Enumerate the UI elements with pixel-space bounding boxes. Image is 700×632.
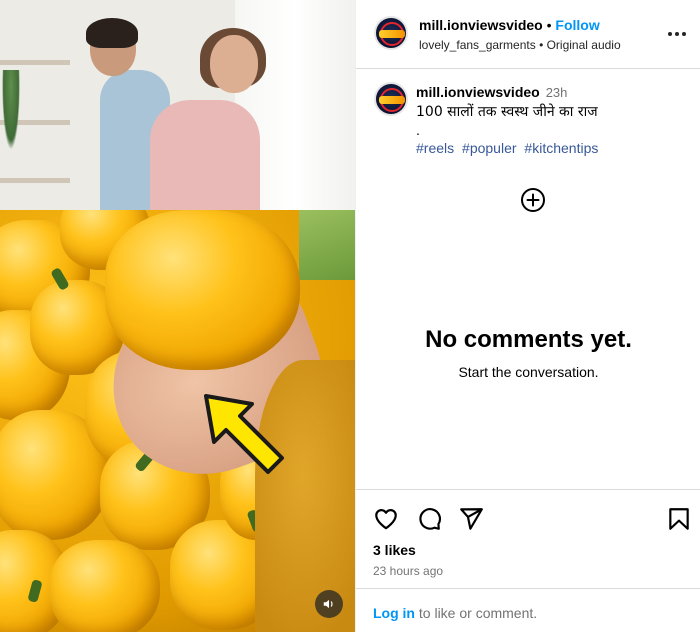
caption-username[interactable]: mill.ionviewsvideo — [416, 84, 540, 100]
login-prompt-text: Log in to like or comment. — [373, 605, 537, 621]
post-header: mill.ionviewsvideo • Follow lovely_fans_… — [356, 0, 700, 69]
reel-video[interactable] — [0, 0, 355, 632]
caption-time: 23h — [545, 85, 568, 100]
likes-count[interactable]: 3 likes — [373, 542, 416, 558]
shelf — [0, 178, 70, 183]
dot — [682, 32, 686, 36]
video-bottom-scene — [0, 210, 355, 632]
comment-icon[interactable] — [416, 506, 442, 532]
patient-head — [210, 35, 258, 93]
hashtag-populer[interactable]: #populer — [462, 140, 517, 156]
post-time-ago: 23 hours ago — [373, 564, 444, 578]
post-panel: mill.ionviewsvideo • Follow lovely_fans_… — [355, 0, 700, 632]
plus-circle-icon[interactable] — [520, 187, 546, 213]
caption-dot: . — [416, 122, 420, 138]
logo-band — [379, 96, 405, 104]
plant — [2, 70, 20, 150]
follow-button[interactable]: Follow — [555, 17, 599, 33]
no-comments-title: No comments yet. — [425, 326, 632, 353]
login-prompt-rest: to like or comment. — [415, 605, 538, 621]
bookmark-icon[interactable] — [666, 506, 692, 532]
yellow-pepper — [50, 540, 160, 632]
hashtag-kitchentips[interactable]: #kitchentips — [524, 140, 598, 156]
more-horizontal-icon[interactable] — [667, 25, 687, 43]
volume-icon[interactable] — [315, 590, 343, 618]
caption-username-row: mill.ionviewsvideo 23h — [416, 84, 567, 100]
video-top-scene — [0, 0, 355, 210]
header-separator: • — [546, 17, 552, 33]
green-vegetables — [299, 210, 355, 280]
hashtag-reels[interactable]: #reels — [416, 140, 454, 156]
login-prompt: Log in to like or comment. — [356, 588, 700, 632]
header-username[interactable]: mill.ionviewsvideo — [419, 17, 543, 33]
login-link[interactable]: Log in — [373, 605, 415, 621]
logo-band — [379, 30, 405, 38]
header-username-row: mill.ionviewsvideo • Follow — [419, 17, 600, 33]
caption-text: 100 सालों तक स्वस्थ जीने का राज — [416, 104, 598, 120]
dot — [675, 32, 679, 36]
avatar[interactable] — [374, 16, 408, 50]
patient-figure — [150, 100, 260, 210]
dot — [668, 32, 672, 36]
hashtags: #reels #populer #kitchentips — [416, 140, 602, 156]
no-comments-subtitle: Start the conversation. — [458, 364, 599, 380]
action-bar: 3 likes 23 hours ago Log in to like or c… — [356, 489, 700, 632]
caption-avatar[interactable] — [374, 82, 408, 116]
held-yellow-pepper — [105, 210, 300, 370]
therapist-hair — [86, 18, 138, 48]
pointer-arrow-icon — [204, 394, 284, 474]
send-icon[interactable] — [458, 506, 484, 532]
audio-label[interactable]: lovely_fans_garments • Original audio — [419, 38, 621, 52]
shelf — [0, 60, 70, 65]
heart-icon[interactable] — [373, 506, 399, 532]
